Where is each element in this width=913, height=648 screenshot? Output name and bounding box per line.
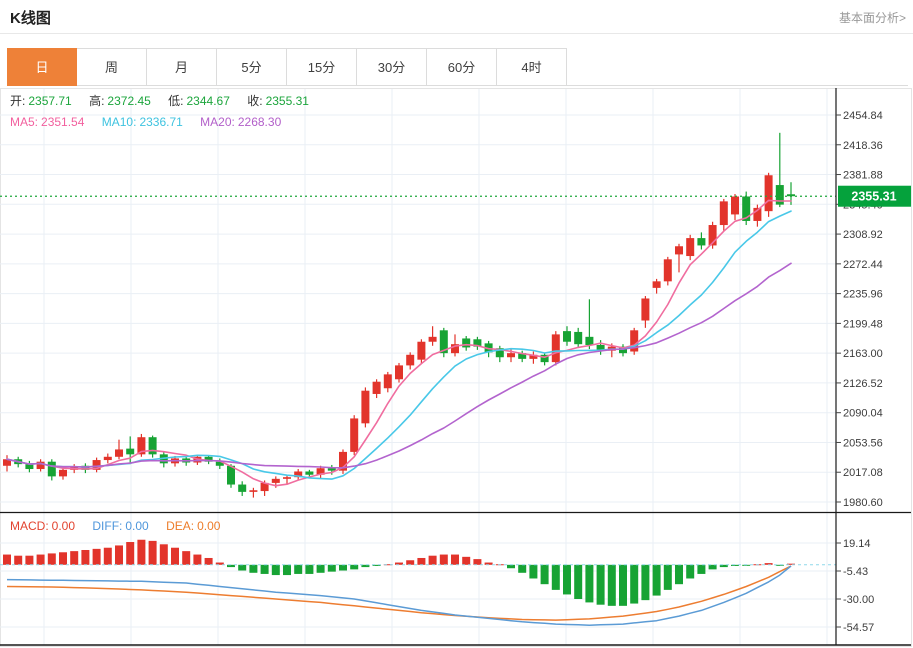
tab-daily[interactable]: 日 xyxy=(7,48,77,86)
svg-text:2355.31: 2355.31 xyxy=(851,190,896,204)
svg-text:2308.92: 2308.92 xyxy=(843,229,883,241)
svg-text:2272.44: 2272.44 xyxy=(843,259,883,271)
svg-text:2454.84: 2454.84 xyxy=(843,110,883,122)
dea-label: DEA: xyxy=(166,519,194,533)
tab-15min[interactable]: 15分 xyxy=(287,48,357,86)
svg-text:2199.48: 2199.48 xyxy=(843,318,883,330)
low-label: 低: xyxy=(168,94,183,108)
header-divider xyxy=(0,33,913,34)
ma-readout: MA5:2351.54 MA10:2336.71 MA20:2268.30 xyxy=(10,115,284,129)
ma5-value: 2351.54 xyxy=(41,115,84,129)
macd-readout: MACD:0.00 DIFF:0.00 DEA:0.00 xyxy=(10,519,223,533)
svg-text:-5.43: -5.43 xyxy=(843,566,868,578)
high-value: 2372.45 xyxy=(107,94,150,108)
svg-text:19.14: 19.14 xyxy=(843,538,871,550)
svg-text:2163.00: 2163.00 xyxy=(843,348,883,360)
svg-text:2017.08: 2017.08 xyxy=(843,467,883,479)
svg-text:-54.57: -54.57 xyxy=(843,622,874,634)
tab-monthly[interactable]: 月 xyxy=(147,48,217,86)
svg-text:2053.56: 2053.56 xyxy=(843,437,883,449)
diff-label: DIFF: xyxy=(92,519,122,533)
tab-weekly[interactable]: 周 xyxy=(77,48,147,86)
macd-value: 0.00 xyxy=(52,519,75,533)
svg-text:2418.36: 2418.36 xyxy=(843,140,883,152)
svg-text:2126.52: 2126.52 xyxy=(843,378,883,390)
svg-text:-30.00: -30.00 xyxy=(843,594,874,606)
tab-5min[interactable]: 5分 xyxy=(217,48,287,86)
open-value: 2357.71 xyxy=(28,94,71,108)
diff-value: 0.00 xyxy=(125,519,148,533)
close-value: 2355.31 xyxy=(266,94,309,108)
ma10-value: 2336.71 xyxy=(139,115,182,129)
chart-area: 2454.842418.362381.882345.402308.922272.… xyxy=(0,88,913,648)
svg-text:2090.04: 2090.04 xyxy=(843,408,883,420)
macd-label: MACD: xyxy=(10,519,49,533)
high-label: 高: xyxy=(89,94,104,108)
ohlc-readout: 开:2357.71 高:2372.45 低: 2344.67 收: 2355.31 xyxy=(10,92,312,109)
period-tab-bar: 日 周 月 5分 15分 30分 60分 4时 xyxy=(7,48,567,86)
ma20-label: MA20: xyxy=(200,115,235,129)
tab-4hour[interactable]: 4时 xyxy=(497,48,567,86)
low-value: 2344.67 xyxy=(187,94,230,108)
kline-chart-canvas[interactable]: 2454.842418.362381.882345.402308.922272.… xyxy=(0,88,913,648)
fundamental-analysis-link[interactable]: 基本面分析> xyxy=(839,9,906,26)
tab-bar-filler xyxy=(567,48,908,86)
kline-page: K线图 基本面分析> 日 周 月 5分 15分 30分 60分 4时 2454.… xyxy=(0,0,913,648)
svg-text:2235.96: 2235.96 xyxy=(843,289,883,301)
tab-60min[interactable]: 60分 xyxy=(427,48,497,86)
page-title: K线图 xyxy=(10,7,51,28)
ma20-value: 2268.30 xyxy=(238,115,281,129)
open-label: 开: xyxy=(10,94,25,108)
svg-text:2381.88: 2381.88 xyxy=(843,170,883,182)
ma5-label: MA5: xyxy=(10,115,38,129)
dea-value: 0.00 xyxy=(197,519,220,533)
svg-text:1980.60: 1980.60 xyxy=(843,497,883,509)
ma10-label: MA10: xyxy=(102,115,137,129)
tab-30min[interactable]: 30分 xyxy=(357,48,427,86)
close-label: 收: xyxy=(247,94,262,108)
